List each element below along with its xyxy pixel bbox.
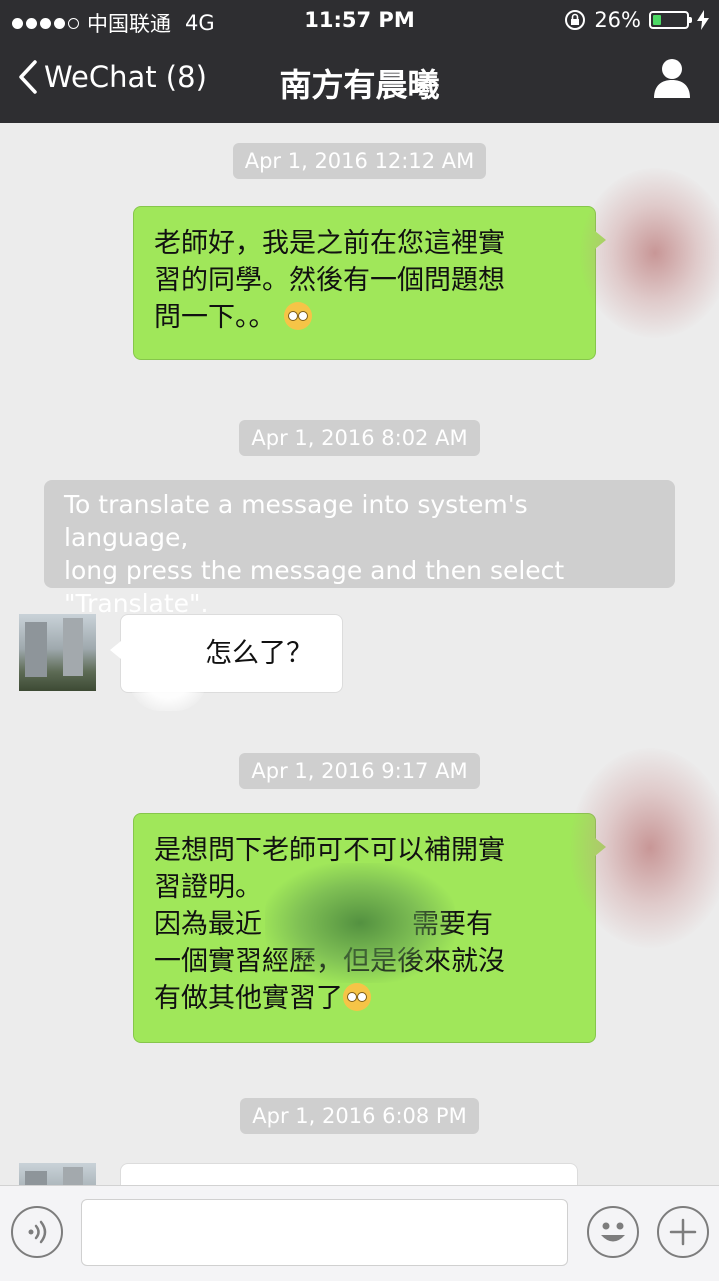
chat-title: 南方有晨曦: [279, 66, 440, 104]
redaction-smudge: [570, 748, 719, 948]
profile-button[interactable]: [653, 58, 691, 102]
voice-button[interactable]: [11, 1206, 63, 1258]
outgoing-message[interactable]: 老師好，我是之前在您這裡實 習的同學。然後有一個問題想 問一下。。: [133, 206, 606, 360]
redaction-smudge: [265, 863, 455, 983]
smiley-icon: [601, 1222, 625, 1242]
input-bar: [0, 1185, 719, 1281]
redaction-smudge: [580, 168, 719, 338]
emoji-button[interactable]: [587, 1206, 639, 1258]
battery-percent: 26%: [594, 8, 641, 32]
orientation-lock-icon: [565, 10, 586, 30]
status-bar: 中国联通 4G 11:57 PM 26%: [0, 0, 719, 40]
avatar[interactable]: [19, 614, 96, 691]
avatar[interactable]: [19, 1163, 96, 1185]
timestamp: Apr 1, 2016 6:08 PM: [0, 1098, 719, 1134]
person-icon: [654, 59, 690, 98]
message-input[interactable]: [81, 1199, 568, 1266]
battery-level: [653, 15, 662, 25]
battery-icon: [649, 11, 692, 29]
redaction-smudge: [128, 623, 208, 711]
voice-icon: [28, 1220, 47, 1244]
incoming-message[interactable]: [120, 1163, 578, 1185]
charging-bolt-icon: [697, 10, 709, 30]
top-bar: 中国联通 4G 11:57 PM 26% WeChat (8) 南方有晨曦: [0, 0, 719, 123]
timestamp: Apr 1, 2016 12:12 AM: [0, 143, 719, 179]
navigation-bar: WeChat (8) 南方有晨曦: [0, 40, 719, 123]
timestamp: Apr 1, 2016 8:02 AM: [0, 420, 719, 456]
flushed-face-icon: [343, 983, 371, 1011]
message-list[interactable]: Apr 1, 2016 12:12 AM 老師好，我是之前在您這裡實 習的同學。…: [0, 123, 719, 1185]
translate-tip: To translate a message into system's lan…: [44, 480, 675, 618]
add-button[interactable]: [657, 1206, 709, 1258]
plus-icon: [669, 1218, 697, 1246]
flushed-face-icon: [284, 302, 313, 330]
